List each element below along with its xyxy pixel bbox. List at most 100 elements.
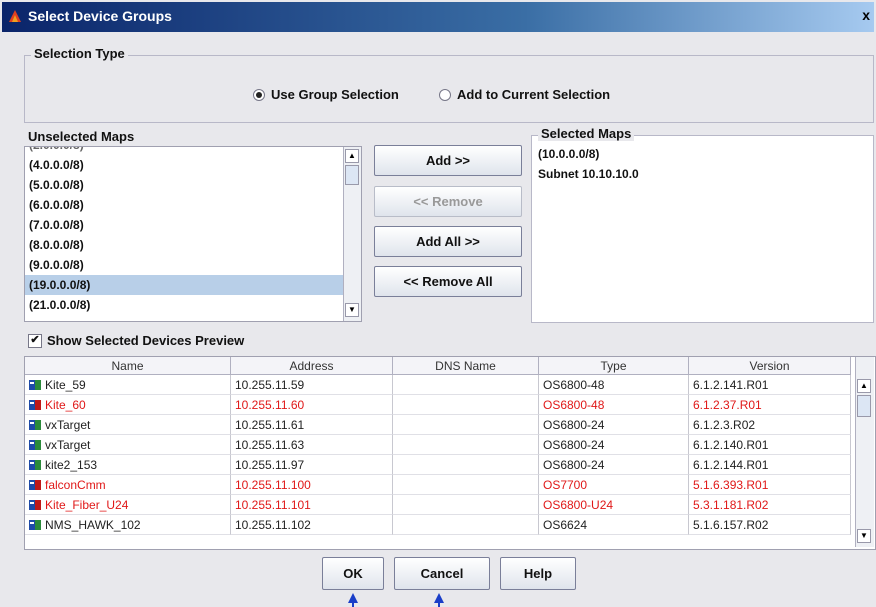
help-button[interactable]: Help [500, 557, 576, 590]
cell-dns [393, 455, 539, 475]
cell-version: 5.1.6.393.R01 [689, 475, 851, 495]
show-preview-checkbox[interactable]: ✔ Show Selected Devices Preview [28, 333, 244, 348]
list-item[interactable]: Subnet 10.10.10.0 [534, 164, 639, 184]
cell-text: 10.255.11.63 [235, 438, 305, 452]
cell-text: Kite_60 [45, 398, 86, 412]
unselected-maps-label: Unselected Maps [28, 129, 135, 144]
table-row[interactable]: falconCmm 10.255.11.100 OS7700 5.1.6.393.R0… [25, 475, 851, 495]
cell-text: 10.255.11.100 [235, 478, 311, 492]
cell-address: 10.255.11.60 [231, 395, 393, 415]
cell-name: kite2_153 [25, 455, 231, 475]
column-header-name[interactable]: Name [25, 357, 231, 375]
table-row[interactable]: vxTarget 10.255.11.63 OS6800-24 6.1.2.140.R… [25, 435, 851, 455]
table-row[interactable]: Kite_60 10.255.11.60 OS6800-48 6.1.2.37.R01 [25, 395, 851, 415]
column-header-type[interactable]: Type [539, 357, 689, 375]
list-item-selected[interactable]: (19.0.0.0/8) [25, 275, 343, 295]
remove-all-button[interactable]: << Remove All [374, 266, 522, 297]
cell-text: Kite_Fiber_U24 [45, 498, 129, 512]
scroll-up-icon[interactable]: ▲ [857, 379, 871, 393]
column-header-dns[interactable]: DNS Name [393, 357, 539, 375]
unselected-maps-list[interactable]: (2.0.0.0/8) (4.0.0.0/8) (5.0.0.0/8) (6.0… [24, 146, 362, 322]
cell-version: 6.1.2.144.R01 [689, 455, 851, 475]
selected-maps-list[interactable]: (10.0.0.0/8) Subnet 10.10.10.0 [534, 144, 639, 184]
device-icon [29, 420, 41, 430]
cell-address: 10.255.11.63 [231, 435, 393, 455]
cell-text: OS6800-24 [543, 418, 605, 432]
cell-text: NMS_HAWK_102 [45, 518, 141, 532]
remove-button[interactable]: << Remove [374, 186, 522, 217]
add-all-button[interactable]: Add All >> [374, 226, 522, 257]
table-header: Name Address DNS Name Type Version [25, 357, 851, 375]
selected-maps-label: Selected Maps [538, 126, 635, 141]
close-icon[interactable]: x [862, 7, 870, 23]
cell-text: 5.1.6.157.R02 [693, 518, 769, 532]
device-table[interactable]: Name Address DNS Name Type Version Kite_… [24, 356, 876, 550]
scroll-down-icon[interactable]: ▼ [345, 303, 359, 317]
cell-text: OS6800-24 [543, 438, 605, 452]
cell-address: 10.255.11.97 [231, 455, 393, 475]
device-icon [29, 500, 41, 510]
scroll-up-icon[interactable]: ▲ [345, 149, 359, 163]
unselected-maps-scrollbar[interactable]: ▲ ▼ [343, 147, 361, 321]
checkbox-label: Show Selected Devices Preview [47, 333, 245, 348]
cell-text: 10.255.11.61 [235, 418, 305, 432]
add-button[interactable]: Add >> [374, 145, 522, 176]
cell-text: vxTarget [45, 438, 91, 452]
app-icon [9, 10, 21, 22]
cell-text: 6.1.2.37.R01 [693, 398, 762, 412]
device-icon [29, 480, 41, 490]
list-item[interactable]: (9.0.0.0/8) [25, 255, 343, 275]
title-bar[interactable]: Select Device Groups x [2, 2, 874, 32]
selected-maps-group: Selected Maps (10.0.0.0/8) Subnet 10.10.… [531, 126, 874, 323]
list-item[interactable]: (7.0.0.0/8) [25, 215, 343, 235]
cell-text: 10.255.11.97 [235, 458, 305, 472]
cell-name: falconCmm [25, 475, 231, 495]
column-header-version[interactable]: Version [689, 357, 851, 375]
cell-text: kite2_153 [45, 458, 98, 472]
cell-dns [393, 515, 539, 535]
annotation-arrow-cancel-stem [438, 601, 440, 607]
cell-text: vxTarget [45, 418, 91, 432]
scroll-down-icon[interactable]: ▼ [857, 529, 871, 543]
cell-name: Kite_59 [25, 375, 231, 395]
scroll-thumb[interactable] [857, 395, 871, 417]
list-item[interactable]: (4.0.0.0/8) [25, 155, 343, 175]
cell-dns [393, 495, 539, 515]
cell-address: 10.255.11.101 [231, 495, 393, 515]
cell-text: 5.1.6.393.R01 [693, 478, 769, 492]
table-row[interactable]: NMS_HAWK_102 10.255.11.102 OS6624 5.1.6.157… [25, 515, 851, 535]
list-item[interactable]: (5.0.0.0/8) [25, 175, 343, 195]
table-scrollbar[interactable]: ▲ ▼ [855, 357, 874, 547]
table-row[interactable]: vxTarget 10.255.11.61 OS6800-24 6.1.2.3.R02 [25, 415, 851, 435]
list-item[interactable]: (10.0.0.0/8) [534, 144, 639, 164]
cell-text: 6.1.2.141.R01 [693, 378, 769, 392]
ok-button[interactable]: OK [322, 557, 384, 590]
radio-add-to-current-selection[interactable]: Add to Current Selection [439, 87, 610, 102]
select-device-groups-dialog: Select Device Groups x Selection Type Us… [0, 0, 876, 607]
cell-type: OS6800-U24 [539, 495, 689, 515]
column-header-address[interactable]: Address [231, 357, 393, 375]
scroll-thumb[interactable] [345, 165, 359, 185]
cell-name: NMS_HAWK_102 [25, 515, 231, 535]
cell-text: 10.255.11.59 [235, 378, 305, 392]
table-row[interactable]: kite2_153 10.255.11.97 OS6800-24 6.1.2.144.… [25, 455, 851, 475]
table-row[interactable]: Kite_Fiber_U24 10.255.11.101 OS6800-U24 5.3… [25, 495, 851, 515]
radio-use-group-selection[interactable]: Use Group Selection [253, 87, 399, 102]
device-icon [29, 440, 41, 450]
cell-version: 5.1.6.157.R02 [689, 515, 851, 535]
checkmark-icon: ✔ [28, 333, 42, 348]
list-item[interactable]: (21.0.0.0/8) [25, 295, 343, 315]
selection-type-group: Selection Type Use Group Selection Add t… [24, 46, 874, 123]
cell-type: OS7700 [539, 475, 689, 495]
list-item[interactable]: (6.0.0.0/8) [25, 195, 343, 215]
list-item[interactable]: (2.0.0.0/8) [25, 147, 343, 155]
table-row[interactable]: Kite_59 10.255.11.59 OS6800-48 6.1.2.141.R0… [25, 375, 851, 395]
window-title: Select Device Groups [28, 8, 172, 24]
list-item[interactable]: (8.0.0.0/8) [25, 235, 343, 255]
cell-address: 10.255.11.100 [231, 475, 393, 495]
radio-unselected-icon [439, 88, 451, 101]
cancel-button[interactable]: Cancel [394, 557, 490, 590]
cell-version: 6.1.2.140.R01 [689, 435, 851, 455]
cell-dns [393, 375, 539, 395]
cell-text: OS6800-48 [543, 398, 605, 412]
